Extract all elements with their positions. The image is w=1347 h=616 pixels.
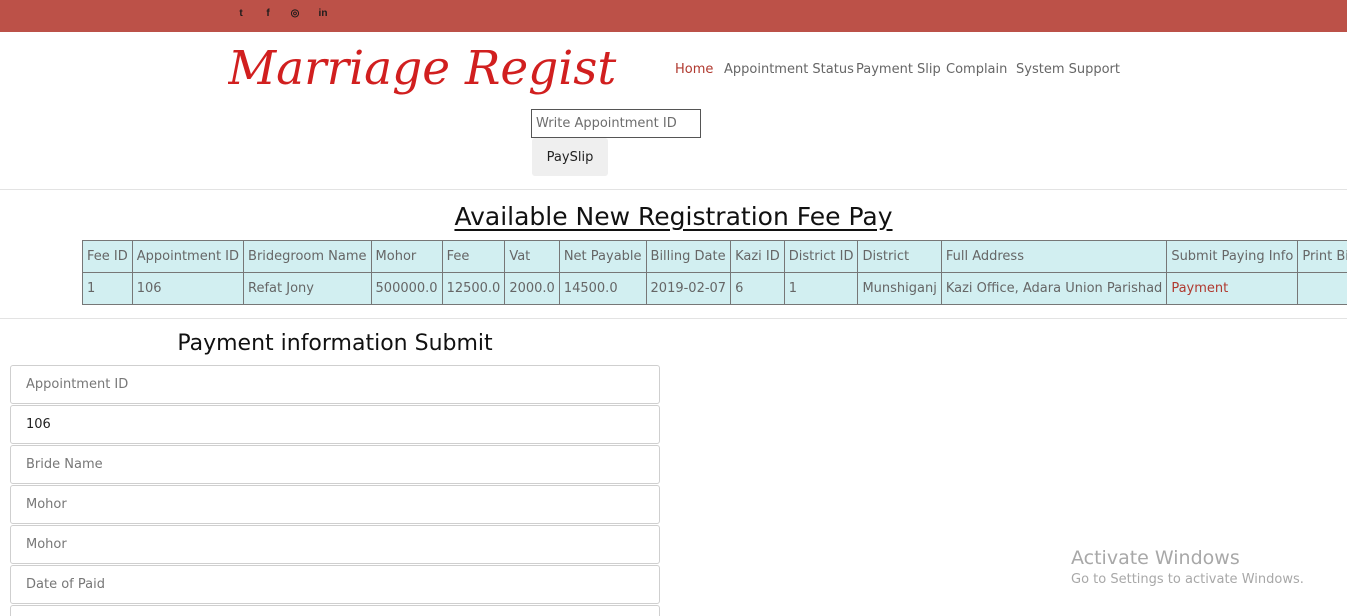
cell-print-bill bbox=[1297, 272, 1347, 305]
activate-windows-subtitle: Go to Settings to activate Windows. bbox=[1071, 572, 1304, 587]
header-bridegroom-name: Bridegroom Name bbox=[243, 240, 372, 273]
nav-system-support[interactable]: System Support bbox=[1016, 62, 1120, 77]
appointment-id-value-field[interactable] bbox=[10, 405, 660, 444]
cell-appointment-id: 106 bbox=[131, 272, 245, 305]
header-print-bill: Print Bill bbox=[1297, 240, 1347, 273]
logo-wordmark: Marriage Register bbox=[227, 41, 669, 96]
table-row: 1 106 Refat Jony 500000.0 12500.0 2000.0… bbox=[82, 272, 1347, 305]
cell-district: Munshiganj bbox=[857, 272, 942, 305]
next-field[interactable] bbox=[10, 605, 660, 616]
fee-section-title: Available New Registration Fee Pay bbox=[454, 202, 893, 231]
date-of-paid-field[interactable] bbox=[10, 565, 660, 604]
mohor-field-2[interactable] bbox=[10, 525, 660, 564]
cell-net-payable: 14500.0 bbox=[558, 272, 647, 305]
logo-text: Marriage Register bbox=[228, 41, 618, 96]
cell-bridegroom-name: Refat Jony bbox=[243, 272, 372, 305]
divider bbox=[0, 318, 1347, 319]
top-bar: t f ◎ in bbox=[0, 0, 1347, 32]
header-fee: Fee bbox=[441, 240, 506, 273]
nav-complain[interactable]: Complain bbox=[946, 62, 1007, 77]
activate-windows-title: Activate Windows bbox=[1071, 547, 1240, 569]
payment-link[interactable]: Payment bbox=[1166, 272, 1299, 305]
twitter-icon[interactable]: t bbox=[234, 8, 248, 20]
mohor-field[interactable] bbox=[10, 485, 660, 524]
appointment-id-field[interactable] bbox=[10, 365, 660, 404]
cell-billing-date: 2019-02-07 bbox=[645, 272, 732, 305]
cell-fee-id: 1 bbox=[82, 272, 133, 305]
appointment-id-search-input[interactable] bbox=[531, 109, 701, 138]
cell-vat: 2000.0 bbox=[504, 272, 560, 305]
payment-form-title: Payment information Submit bbox=[177, 331, 493, 356]
divider bbox=[0, 189, 1347, 190]
header-net-payable: Net Payable bbox=[558, 240, 647, 273]
header-mohor: Mohor bbox=[370, 240, 443, 273]
table-header-row: Fee ID Appointment ID Bridegroom Name Mo… bbox=[82, 240, 1347, 273]
cell-full-address: Kazi Office, Adara Union Parishad bbox=[940, 272, 1168, 305]
fee-table: Fee ID Appointment ID Bridegroom Name Mo… bbox=[82, 240, 1347, 305]
header-district: District bbox=[857, 240, 942, 273]
cell-district-id: 1 bbox=[783, 272, 859, 305]
nav-home[interactable]: Home bbox=[675, 62, 713, 77]
header-fee-id: Fee ID bbox=[82, 240, 133, 273]
header-kazi-id: Kazi ID bbox=[730, 240, 785, 273]
cell-mohor: 500000.0 bbox=[370, 272, 443, 305]
bride-name-field[interactable] bbox=[10, 445, 660, 484]
header-submit-paying-info: Submit Paying Info bbox=[1166, 240, 1299, 273]
payslip-button[interactable]: PaySlip bbox=[532, 138, 608, 176]
site-logo[interactable]: Marriage Register bbox=[227, 30, 669, 110]
instagram-icon[interactable]: ◎ bbox=[288, 8, 302, 20]
header-vat: Vat bbox=[504, 240, 560, 273]
header-full-address: Full Address bbox=[940, 240, 1168, 273]
facebook-icon[interactable]: f bbox=[261, 8, 275, 20]
header-appointment-id: Appointment ID bbox=[131, 240, 245, 273]
cell-fee: 12500.0 bbox=[441, 272, 506, 305]
header-billing-date: Billing Date bbox=[645, 240, 732, 273]
header-district-id: District ID bbox=[783, 240, 859, 273]
linkedin-icon[interactable]: in bbox=[316, 8, 330, 20]
nav-payment-slip[interactable]: Payment Slip bbox=[856, 62, 941, 77]
nav-appointment-status[interactable]: Appointment Status bbox=[724, 62, 854, 77]
cell-kazi-id: 6 bbox=[730, 272, 785, 305]
